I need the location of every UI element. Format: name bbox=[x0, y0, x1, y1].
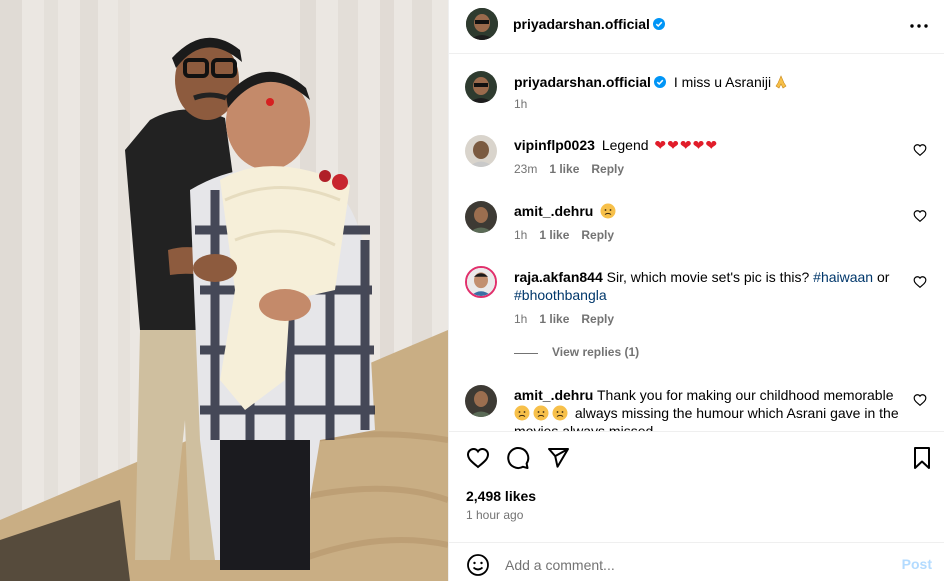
comment-like-heart-icon[interactable] bbox=[913, 143, 927, 157]
caption-avatar[interactable] bbox=[465, 71, 497, 103]
comment-text: vipinflp0023 Legend ❤❤❤❤❤ bbox=[514, 136, 914, 154]
comment-username[interactable]: vipinflp0023 bbox=[514, 137, 595, 153]
emoji-icon[interactable] bbox=[466, 553, 490, 577]
comment-username[interactable]: amit_.dehru bbox=[514, 203, 593, 219]
post-actions: 2,498 likes 1 hour ago Post bbox=[449, 431, 944, 581]
comment-likes[interactable]: 1 like bbox=[539, 312, 569, 326]
author-username[interactable]: priyadarshan.official bbox=[513, 16, 650, 32]
comment-icon[interactable] bbox=[506, 446, 530, 470]
comment-body: Thank you for making our childhood memor… bbox=[597, 387, 894, 403]
verified-badge-icon bbox=[653, 76, 666, 88]
commenter-avatar[interactable] bbox=[465, 385, 497, 417]
comment-likes[interactable]: 1 like bbox=[549, 162, 579, 176]
hearts-emoji: ❤❤❤❤❤ bbox=[654, 137, 719, 153]
comment-username[interactable]: raja.akfan844 bbox=[514, 269, 603, 285]
likes-count[interactable]: 2,498 likes bbox=[466, 488, 536, 504]
comment-text: amit_.dehru bbox=[514, 202, 914, 220]
more-options-icon[interactable] bbox=[907, 14, 931, 38]
post-comment-button[interactable]: Post bbox=[902, 556, 932, 572]
hashtag-link[interactable]: #haiwaan bbox=[813, 269, 873, 285]
comment-meta: 23m 1 like Reply bbox=[514, 162, 624, 176]
commenter-avatar[interactable] bbox=[465, 201, 497, 233]
comment-body-tail: movies always missed bbox=[514, 423, 654, 431]
comment-like-heart-icon[interactable] bbox=[913, 275, 927, 289]
comment-text: raja.akfan844 Sir, which movie set's pic… bbox=[514, 268, 914, 304]
sad-face-emoji-icon bbox=[552, 405, 568, 421]
sad-face-emoji-icon bbox=[533, 405, 549, 421]
bookmark-icon[interactable] bbox=[910, 446, 934, 470]
post-time[interactable]: 1 hour ago bbox=[466, 508, 523, 522]
comment-meta: 1h 1 like Reply bbox=[514, 312, 614, 326]
comments-list[interactable]: priyadarshan.official I miss u Asraniji … bbox=[449, 55, 944, 431]
hashtag-link[interactable]: #bhoothbangla bbox=[514, 287, 607, 303]
caption-time: 1h bbox=[514, 97, 528, 111]
comment-time: 1h bbox=[514, 312, 528, 326]
comment-body-continued: always missing the humour which Asrani g… bbox=[574, 405, 899, 421]
comment-composer: Post bbox=[449, 542, 944, 581]
post-sidebar: priyadarshan.official priyadarshan.offic… bbox=[448, 0, 944, 581]
caption-text: priyadarshan.official I miss u Asraniji bbox=[514, 73, 914, 91]
reply-button[interactable]: Reply bbox=[581, 228, 614, 242]
commenter-avatar[interactable] bbox=[465, 266, 497, 298]
author-avatar[interactable] bbox=[466, 8, 498, 40]
caption-body: I miss u Asraniji bbox=[673, 74, 772, 90]
view-replies-button[interactable]: View replies (1) bbox=[552, 345, 639, 359]
sad-face-emoji-icon bbox=[514, 405, 530, 421]
caption-username[interactable]: priyadarshan.official bbox=[514, 74, 651, 90]
comment-time: 1h bbox=[514, 228, 528, 242]
comment-like-heart-icon[interactable] bbox=[913, 209, 927, 223]
view-replies-line bbox=[514, 353, 538, 354]
instagram-post: priyadarshan.official priyadarshan.offic… bbox=[0, 0, 944, 581]
comment-meta: 1h 1 like Reply bbox=[514, 228, 614, 242]
comment-input[interactable] bbox=[505, 553, 885, 577]
comment-body: Sir, which movie set's pic is this? bbox=[606, 269, 810, 285]
photo-illustration bbox=[0, 0, 448, 581]
heart-icon[interactable] bbox=[466, 446, 490, 470]
share-icon[interactable] bbox=[546, 446, 570, 470]
sad-face-emoji-icon bbox=[600, 203, 616, 219]
comment-like-heart-icon[interactable] bbox=[913, 393, 927, 407]
verified-badge-icon bbox=[652, 18, 665, 30]
comment-time: 23m bbox=[514, 162, 538, 176]
commenter-avatar[interactable] bbox=[465, 135, 497, 167]
reply-button[interactable]: Reply bbox=[591, 162, 624, 176]
comment-likes[interactable]: 1 like bbox=[539, 228, 569, 242]
comment-text: amit_.dehru Thank you for making our chi… bbox=[514, 386, 914, 431]
comment-connector: or bbox=[876, 269, 890, 285]
folded-hands-emoji-icon bbox=[775, 75, 787, 89]
reply-button[interactable]: Reply bbox=[581, 312, 614, 326]
post-photo[interactable] bbox=[0, 0, 448, 581]
comment-body: Legend bbox=[601, 137, 649, 153]
author-name-wrap: priyadarshan.official bbox=[513, 16, 665, 32]
comment-username[interactable]: amit_.dehru bbox=[514, 387, 593, 403]
post-header: priyadarshan.official bbox=[449, 0, 944, 54]
